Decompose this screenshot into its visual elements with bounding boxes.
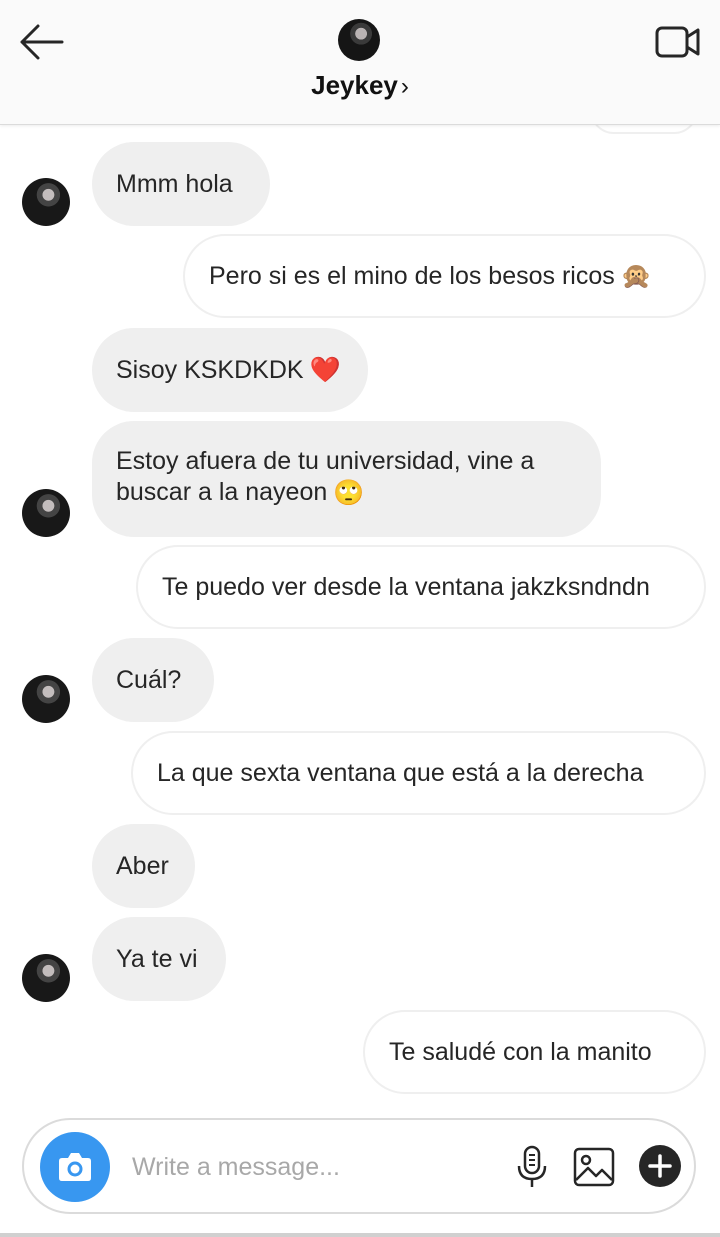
eye-roll-emoji: 🙄 [333,478,365,507]
message-text: Te puedo ver desde la ventana jakzksndnd… [162,572,650,601]
message-text: Mmm hola [116,169,233,198]
message-text: Cuál? [116,665,182,694]
message-text: La que sexta ventana que está a la derec… [157,758,644,787]
more-options-button[interactable] [638,1144,682,1188]
received-message[interactable]: Estoy afuera de tu universidad, vine a b… [92,421,601,537]
received-message[interactable]: Sisoy KSKDKDK ❤️ [92,328,368,412]
message-composer [22,1118,696,1214]
sender-avatar[interactable] [22,178,70,226]
contact-avatar[interactable] [338,19,380,61]
received-message[interactable]: Ya te vi [92,917,226,1001]
camera-button[interactable] [40,1132,110,1202]
sender-avatar[interactable] [22,489,70,537]
previous-message-bubble [590,124,698,134]
received-message[interactable]: Cuál? [92,638,214,722]
bottom-divider [0,1233,720,1237]
red-heart-emoji: ❤️ [309,355,341,384]
camera-icon [59,1153,91,1181]
message-list[interactable]: Mmm hola Pero si es el mino de los besos… [0,124,720,1114]
arrow-left-icon [20,24,64,60]
video-call-button[interactable] [654,22,702,62]
gallery-button[interactable] [572,1146,616,1188]
microphone-icon [517,1145,547,1187]
message-input[interactable] [130,1145,494,1189]
sent-message[interactable]: Pero si es el mino de los besos ricos 🙊 [183,234,706,318]
message-text: Te saludé con la manito [389,1037,652,1066]
chevron-right-icon: › [400,73,409,100]
contact-name: Jeykey [311,70,398,100]
see-no-evil-monkey-emoji: 🙊 [620,261,652,290]
voice-message-button[interactable] [512,1144,552,1190]
plus-circle-icon [639,1145,681,1187]
video-camera-icon [655,26,700,58]
sent-message[interactable]: Te saludé con la manito [363,1010,706,1094]
message-text: Pero si es el mino de los besos ricos [209,261,615,290]
received-message[interactable]: Mmm hola [92,142,270,226]
message-text: Sisoy KSKDKDK [116,355,304,384]
sender-avatar[interactable] [22,954,70,1002]
image-gallery-icon [573,1147,615,1187]
sent-message[interactable]: Te puedo ver desde la ventana jakzksndnd… [136,545,706,629]
message-text: Aber [116,851,169,880]
sent-message[interactable]: La que sexta ventana que está a la derec… [131,731,706,815]
sender-avatar[interactable] [22,675,70,723]
message-text: Estoy afuera de tu universidad, vine a b… [116,447,535,507]
back-button[interactable] [18,22,66,62]
received-message[interactable]: Aber [92,824,195,908]
chat-header: Jeykey › [0,0,720,125]
contact-name-link[interactable]: Jeykey › [0,70,720,101]
message-text: Ya te vi [116,944,198,973]
